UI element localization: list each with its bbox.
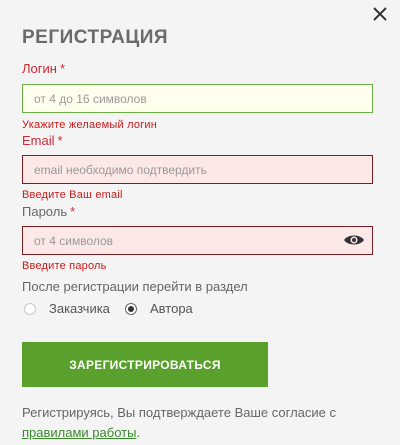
required-mark: * bbox=[70, 204, 76, 219]
radio-author[interactable]: Автора bbox=[125, 301, 193, 316]
email-label: Email * bbox=[22, 133, 63, 148]
radio-author-label: Автора bbox=[150, 301, 193, 316]
consent-text: Регистрируясь, Вы подтверждаете Ваше сог… bbox=[22, 403, 382, 443]
radio-customer-label: Заказчика bbox=[49, 301, 110, 316]
radio-customer[interactable]: Заказчика bbox=[24, 301, 110, 316]
password-input[interactable] bbox=[22, 226, 373, 255]
page-title: РЕГИСТРАЦИЯ bbox=[22, 27, 169, 48]
login-label: Логин * bbox=[22, 61, 65, 76]
terms-link[interactable]: правилами работы bbox=[22, 425, 136, 440]
required-mark: * bbox=[59, 61, 66, 76]
login-input[interactable] bbox=[22, 84, 373, 113]
consent-text-body: Регистрируясь, Вы подтверждаете Ваше сог… bbox=[22, 405, 337, 420]
role-hint: После регистрации перейти в раздел bbox=[22, 279, 248, 294]
password-label: Пароль * bbox=[22, 204, 75, 219]
close-button[interactable] bbox=[370, 4, 390, 24]
login-error: Укажите желаемый логин bbox=[22, 119, 157, 131]
email-label-text: Email bbox=[22, 133, 55, 148]
consent-suffix: . bbox=[136, 425, 141, 440]
password-error: Введите пароль bbox=[22, 260, 107, 272]
register-button[interactable]: ЗАРЕГИСТРИРОВАТЬСЯ bbox=[22, 342, 268, 387]
required-mark: * bbox=[57, 133, 63, 148]
login-label-text: Логин bbox=[22, 61, 57, 76]
close-icon bbox=[373, 7, 387, 21]
password-label-text: Пароль bbox=[22, 204, 68, 219]
radio-author-button[interactable] bbox=[125, 302, 137, 315]
email-input[interactable] bbox=[22, 155, 373, 184]
email-error: Введите Ваш email bbox=[22, 189, 123, 201]
radio-customer-button[interactable] bbox=[24, 302, 36, 315]
eye-icon[interactable] bbox=[343, 233, 365, 247]
